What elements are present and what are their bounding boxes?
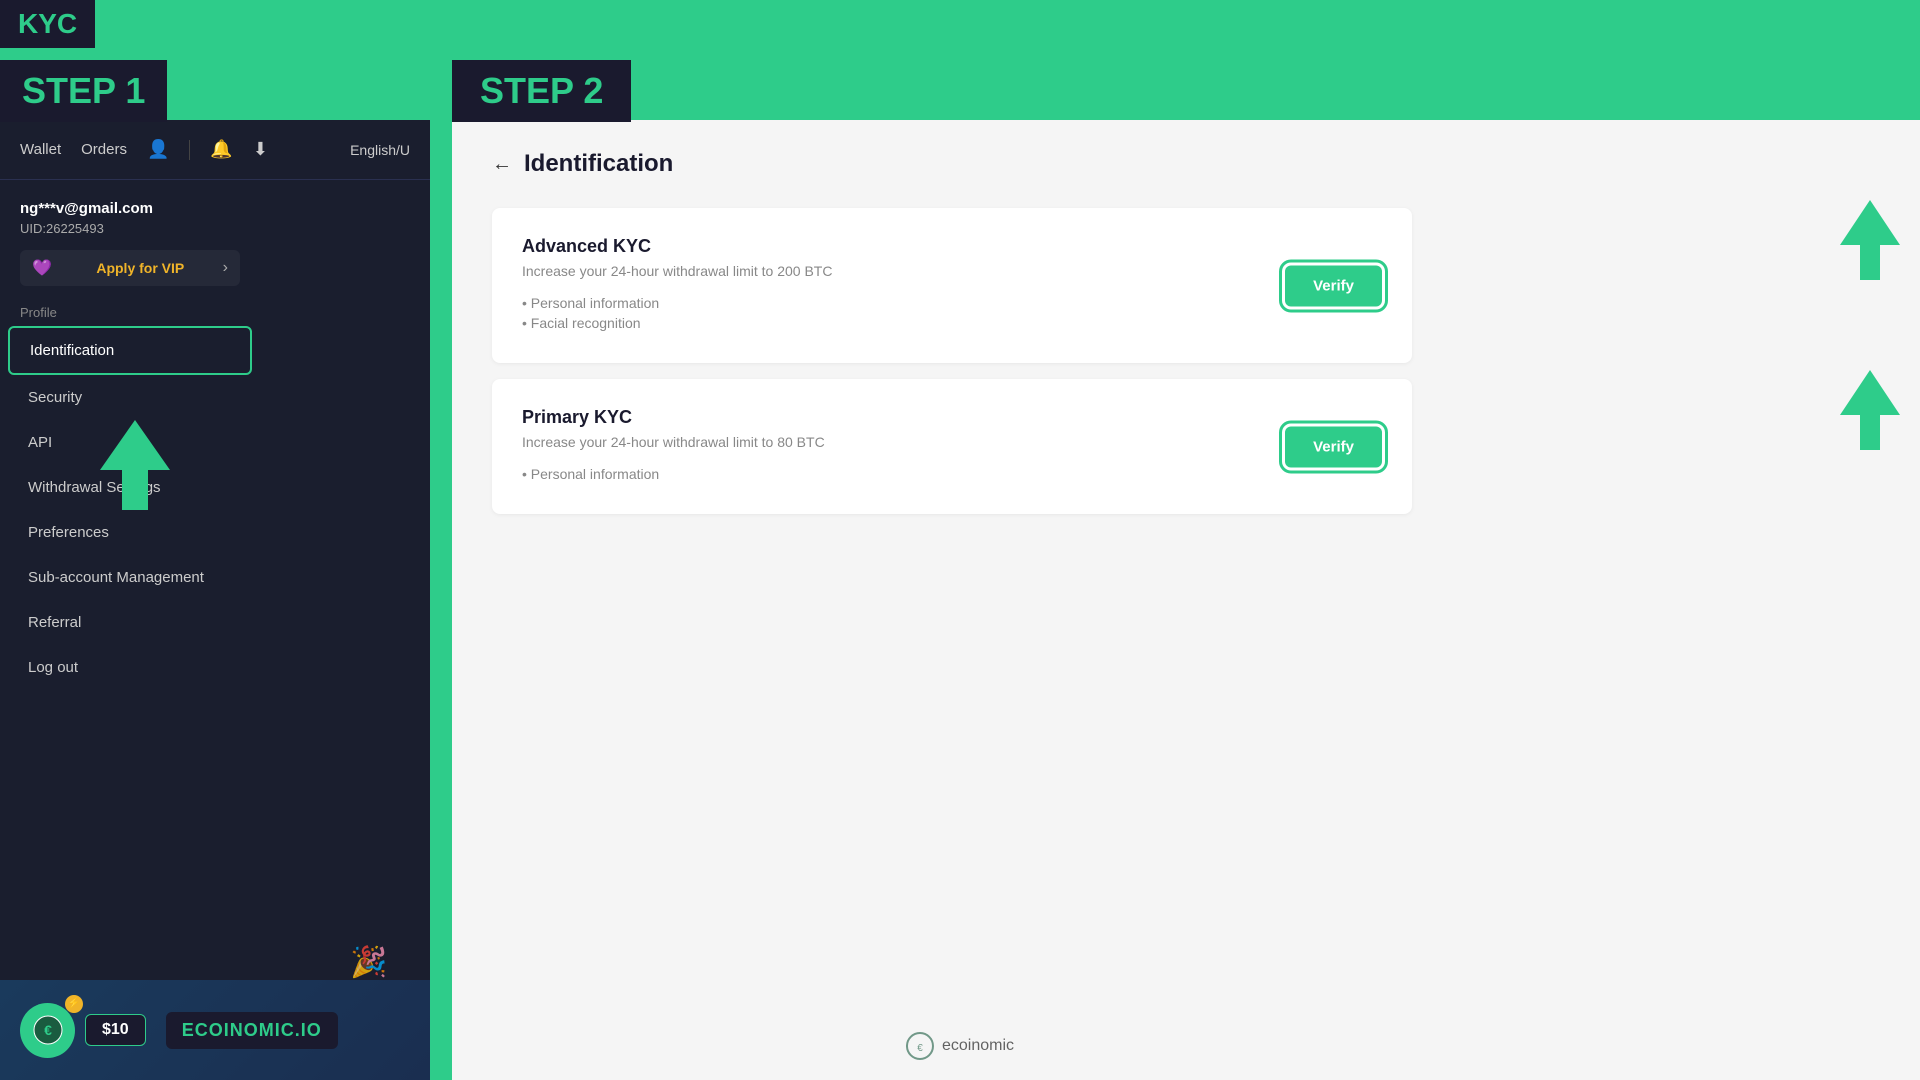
sidebar-arrow-indicator: [100, 420, 170, 515]
primary-kyc-card: Primary KYC Increase your 24-hour withdr…: [492, 379, 1412, 514]
vip-apply-label: Apply for VIP: [96, 260, 184, 276]
user-uid: UID:26225493: [20, 221, 240, 236]
arrow-indicator-primary-kyc: [1840, 370, 1900, 455]
advanced-kyc-verify-button[interactable]: Verify: [1285, 265, 1382, 306]
sidebar-item-preferences[interactable]: Preferences: [8, 510, 252, 555]
primary-kyc-title: Primary KYC: [522, 407, 1382, 428]
nav-divider: [189, 140, 190, 160]
svg-text:€: €: [917, 1043, 923, 1054]
coin-amount: $10: [85, 1014, 146, 1046]
nav-orders[interactable]: Orders: [81, 141, 127, 158]
kyc-badge: KYC: [0, 0, 95, 48]
primary-kyc-verify-button[interactable]: Verify: [1285, 426, 1382, 467]
user-info: ng***v@gmail.com UID:26225493 💜 Apply fo…: [0, 180, 260, 306]
step2-badge: STEP 2: [452, 60, 631, 122]
advanced-kyc-feature-1: • Personal information: [522, 295, 1382, 311]
sidebar-item-security[interactable]: Security: [8, 375, 252, 420]
advanced-kyc-subtitle: Increase your 24-hour withdrawal limit t…: [522, 263, 1382, 279]
vip-apply-button[interactable]: 💜 Apply for VIP ›: [20, 250, 240, 286]
user-icon[interactable]: 👤: [147, 139, 169, 160]
heart-icon: 💜: [32, 258, 52, 278]
coin-badge: ⚡: [65, 995, 83, 1013]
coin-widget: € ⚡ $10 ECOINOMIC.IO: [0, 980, 430, 1080]
primary-kyc-feature-1: • Personal information: [522, 466, 1382, 482]
step1-badge: STEP 1: [0, 60, 167, 122]
watermark-text: ecoinomic: [942, 1037, 1014, 1055]
ecoinomic-brand: ECOINOMIC.IO: [166, 1012, 338, 1049]
main-content: ← Identification Advanced KYC Increase y…: [452, 120, 1920, 1080]
nav-wallet[interactable]: Wallet: [20, 141, 61, 158]
arrow-indicator-advanced-kyc: [1840, 200, 1900, 285]
sidebar-item-referral[interactable]: Referral: [8, 600, 252, 645]
chevron-right-icon: ›: [223, 259, 228, 277]
decoration-confetti: 🎉: [350, 945, 387, 980]
page-header: ← Identification: [492, 150, 1412, 178]
svg-text:€: €: [44, 1022, 52, 1038]
notification-icon[interactable]: 🔔: [210, 139, 232, 160]
advanced-kyc-title: Advanced KYC: [522, 236, 1382, 257]
back-button[interactable]: ←: [492, 153, 512, 176]
sidebar-item-logout[interactable]: Log out: [8, 645, 252, 690]
page-title: Identification: [524, 150, 673, 178]
advanced-kyc-feature-2: • Facial recognition: [522, 315, 1382, 331]
coin-icon: €: [20, 1003, 75, 1058]
identification-page: ← Identification Advanced KYC Increase y…: [452, 120, 1452, 560]
sidebar-item-identification[interactable]: Identification: [8, 326, 252, 375]
sidebar-item-subaccount[interactable]: Sub-account Management: [8, 555, 252, 600]
ecoinomic-text: ECOINOMIC.IO: [182, 1020, 322, 1040]
language-selector[interactable]: English/U: [350, 142, 410, 158]
primary-kyc-subtitle: Increase your 24-hour withdrawal limit t…: [522, 434, 1382, 450]
watermark: € ecoinomic: [906, 1032, 1014, 1060]
profile-label: Profile: [0, 295, 260, 326]
top-nav: Wallet Orders 👤 🔔 ⬇ English/U: [0, 120, 430, 180]
user-email: ng***v@gmail.com: [20, 200, 240, 217]
advanced-kyc-card: Advanced KYC Increase your 24-hour withd…: [492, 208, 1412, 363]
download-icon[interactable]: ⬇: [253, 139, 268, 160]
